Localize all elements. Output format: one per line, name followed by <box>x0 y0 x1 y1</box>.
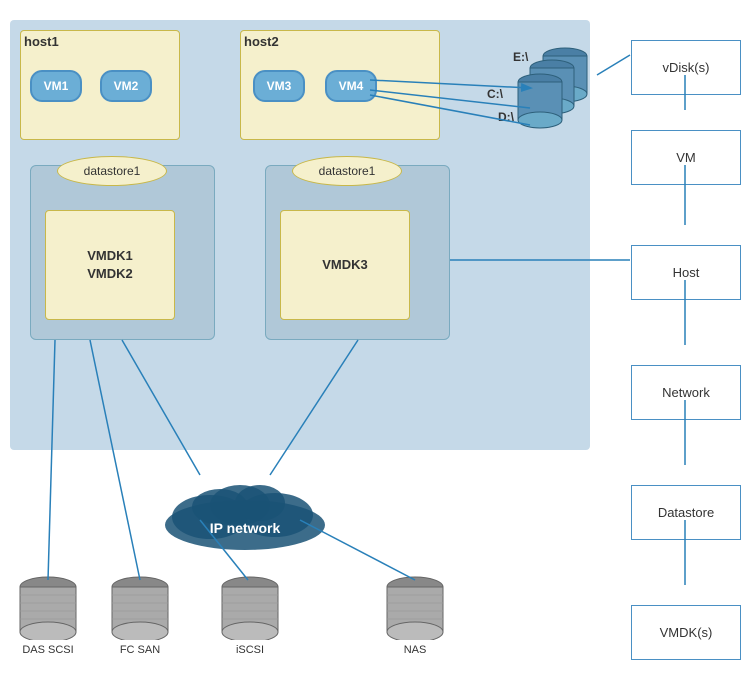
fc-san-label: FC SAN <box>120 644 160 656</box>
nas-unit: NAS <box>385 575 445 656</box>
nas-cylinder <box>385 575 445 640</box>
datastore2-label: datastore1 <box>292 156 402 186</box>
vm3-button[interactable]: VM3 <box>253 70 305 102</box>
das-scsi-cylinder <box>18 575 78 640</box>
nas-label: NAS <box>404 644 427 656</box>
vm-panel-label: VM <box>676 150 696 165</box>
vdisk-panel-label: vDisk(s) <box>663 60 710 75</box>
vdisk-cylinders <box>510 38 600 143</box>
iscsi-unit: iSCSI <box>220 575 280 656</box>
vmdk3-label: VMDK3 <box>322 256 368 274</box>
datastore-panel-box: Datastore <box>631 485 741 540</box>
datastore1-label: datastore1 <box>57 156 167 186</box>
vm-panel-box: VM <box>631 130 741 185</box>
vm2-button[interactable]: VM2 <box>100 70 152 102</box>
host2-label: host2 <box>244 34 279 49</box>
vmdk1-label: VMDK1VMDK2 <box>87 247 133 283</box>
fc-san-cylinder <box>110 575 170 640</box>
vm4-button[interactable]: VM4 <box>325 70 377 102</box>
ip-network-cloud: IP network <box>155 475 335 555</box>
vmdk-box1: VMDK1VMDK2 <box>45 210 175 320</box>
das-scsi-unit: DAS SCSI <box>18 575 78 656</box>
right-panel: vDisk(s) VM Host Network Datastore VMDK(… <box>631 20 741 660</box>
vm1-button[interactable]: VM1 <box>30 70 82 102</box>
host1-label: host1 <box>24 34 59 49</box>
network-panel-label: Network <box>662 385 710 400</box>
datastore-panel-label: Datastore <box>658 505 714 520</box>
fc-san-unit: FC SAN <box>110 575 170 656</box>
svg-text:IP network: IP network <box>210 520 281 536</box>
diagram-container: host1 host2 VM1 VM2 VM3 VM4 datastore1 d… <box>0 0 741 693</box>
vdisk-svg <box>510 38 600 138</box>
iscsi-label: iSCSI <box>236 644 264 656</box>
vmdk-panel-label: VMDK(s) <box>660 625 713 640</box>
vdisk-panel-box: vDisk(s) <box>631 40 741 95</box>
vmdk-panel-box: VMDK(s) <box>631 605 741 660</box>
network-panel-box: Network <box>631 365 741 420</box>
das-scsi-label: DAS SCSI <box>22 644 73 656</box>
host-panel-box: Host <box>631 245 741 300</box>
host-panel-label: Host <box>673 265 700 280</box>
iscsi-cylinder <box>220 575 280 640</box>
drive-c-label: C:\ <box>487 87 503 101</box>
vmdk-box2: VMDK3 <box>280 210 410 320</box>
